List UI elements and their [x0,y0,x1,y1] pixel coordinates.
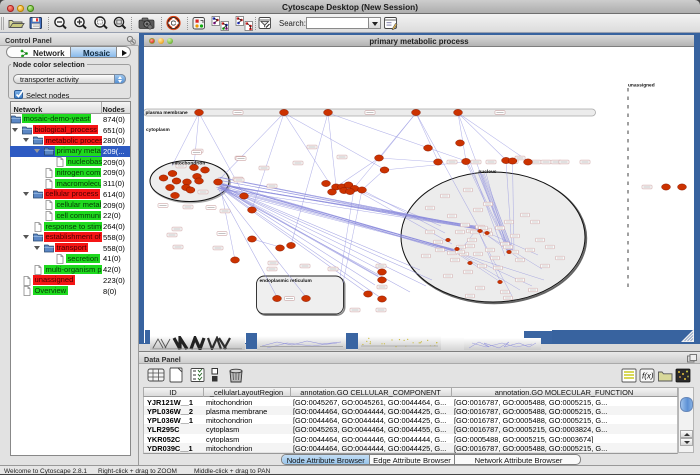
svg-text:mitochondrion: mitochondrion [172,161,206,167]
svg-text:endoplasmic reticulum: endoplasmic reticulum [260,278,312,284]
svg-text:nucleus: nucleus [478,169,496,175]
svg-text:cytoplasm: cytoplasm [146,127,170,133]
svg-text:plasma membrane: plasma membrane [146,110,188,116]
svg-text:f(x): f(x) [642,372,654,381]
svg-text:unassigned: unassigned [628,83,655,89]
